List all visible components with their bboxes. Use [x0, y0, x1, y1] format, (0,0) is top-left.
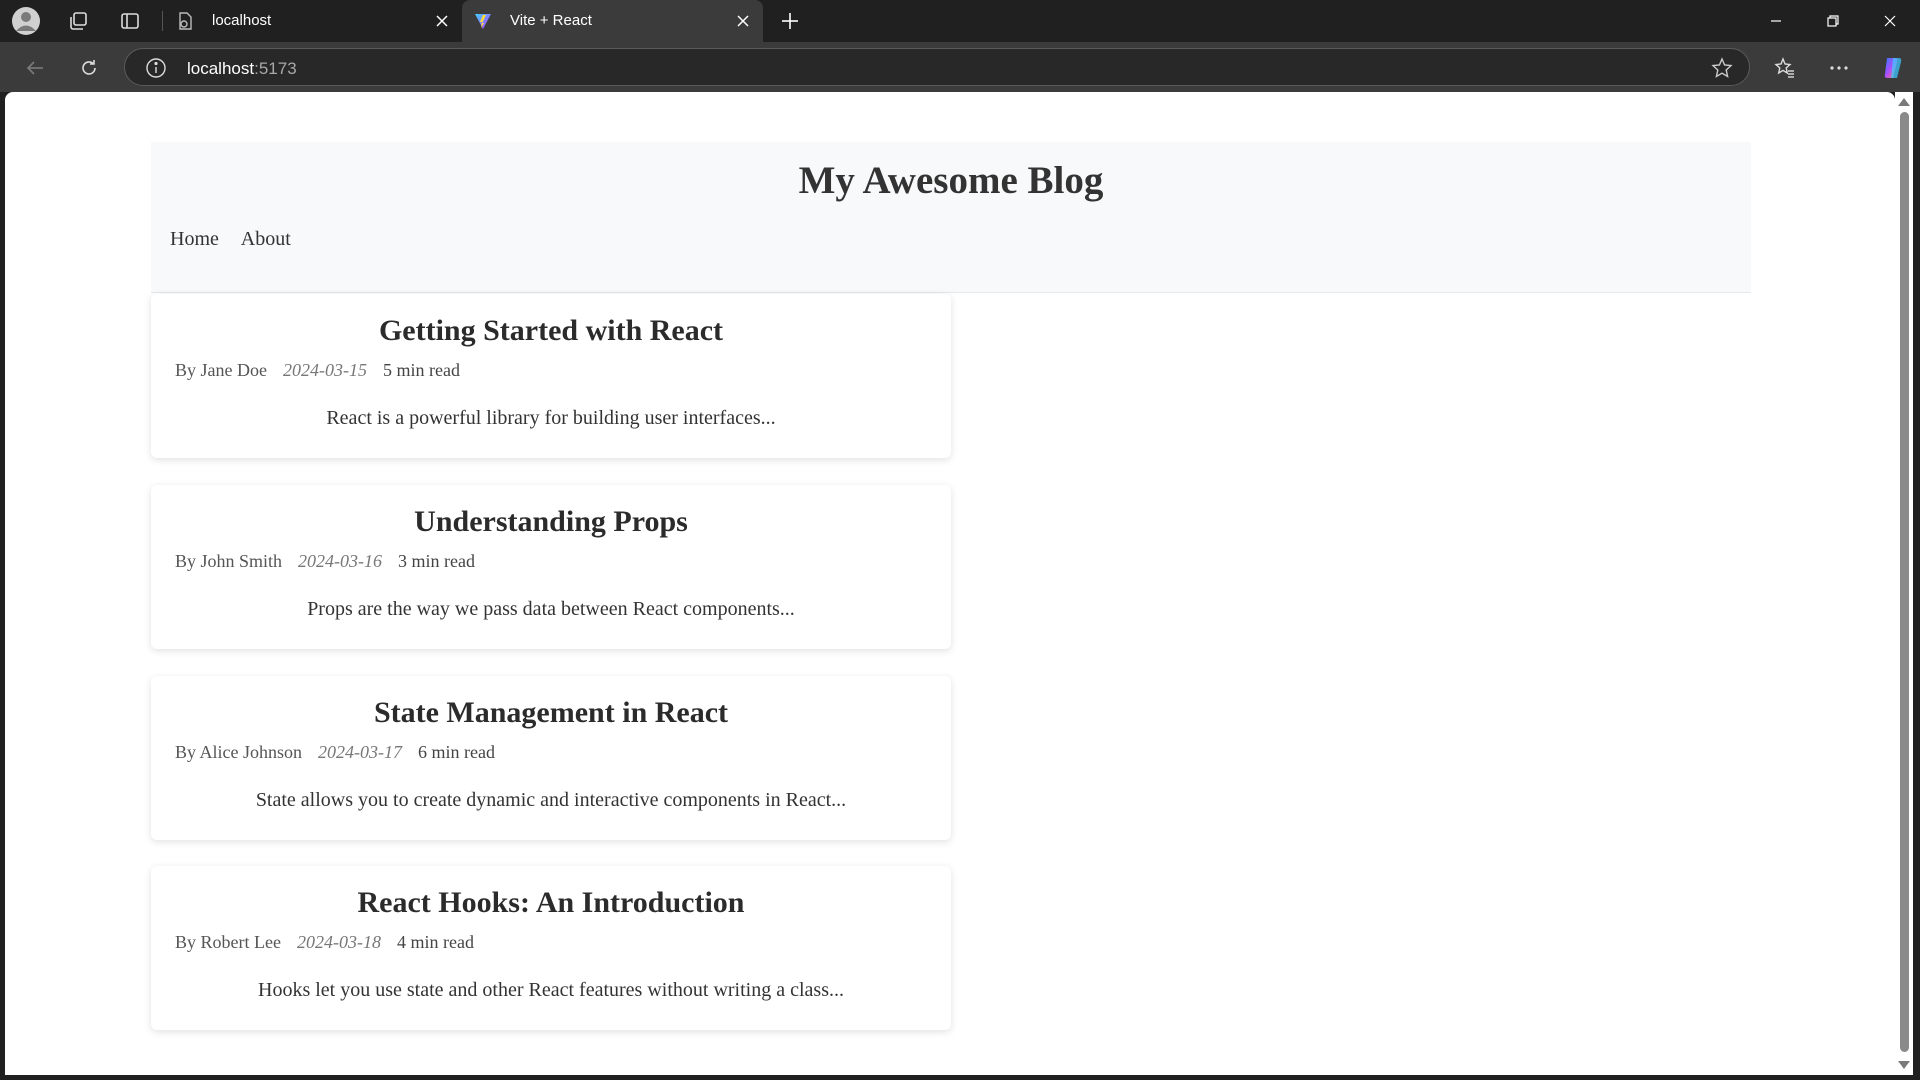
refresh-icon[interactable]	[72, 51, 106, 85]
post-card[interactable]: Understanding Props By John Smith 2024-03…	[151, 485, 951, 649]
tab-title: Vite + React	[510, 12, 592, 29]
post-meta: By Jane Doe 2024-03-15 5 min read	[175, 360, 460, 381]
post-read-time: 4 min read	[396, 932, 474, 952]
post-card[interactable]: React Hooks: An Introduction By Robert L…	[151, 866, 951, 1030]
post-title[interactable]: Understanding Props	[151, 505, 951, 539]
vertical-tabs-icon[interactable]	[114, 5, 146, 37]
post-excerpt: Props are the way we pass data between R…	[307, 598, 795, 620]
vertical-scrollbar[interactable]	[1895, 92, 1913, 1075]
page-viewport: My Awesome Blog Home About Getting Start…	[5, 92, 1895, 1075]
post-read-time: 3 min read	[398, 551, 476, 571]
post-date: 2024-03-15	[282, 360, 367, 380]
post-date: 2024-03-16	[298, 551, 383, 571]
more-options-icon[interactable]	[1822, 51, 1856, 85]
new-tab-icon[interactable]	[774, 5, 806, 37]
blog-nav: Home About	[170, 228, 309, 251]
site-info-icon[interactable]	[145, 57, 167, 79]
tab-title: localhost	[212, 12, 272, 29]
nav-link-home[interactable]: Home	[170, 228, 219, 250]
post-author: By John Smith	[175, 551, 283, 571]
back-arrow-icon[interactable]	[18, 51, 52, 85]
post-date: 2024-03-17	[318, 742, 403, 762]
post-meta: By Alice Johnson 2024-03-17 6 min read	[175, 742, 495, 763]
scroll-up-arrow-icon[interactable]	[1898, 98, 1910, 106]
post-card[interactable]: Getting Started with React By Jane Doe 20…	[151, 294, 951, 458]
post-read-time: 5 min read	[382, 360, 460, 380]
post-author: By Jane Doe	[175, 360, 267, 380]
page-icon	[176, 12, 194, 30]
post-author: By Alice Johnson	[175, 742, 303, 762]
address-bar[interactable]: localhost:5173	[124, 48, 1750, 86]
url-host: localhost	[187, 59, 255, 78]
favorites-icon[interactable]	[1768, 51, 1802, 85]
workspaces-icon[interactable]	[62, 5, 94, 37]
url-text[interactable]: localhost:5173	[187, 59, 297, 79]
profile-avatar-icon[interactable]	[10, 5, 42, 37]
vite-logo-icon	[474, 12, 492, 30]
post-excerpt: Hooks let you use state and other React …	[258, 979, 844, 1001]
post-author: By Robert Lee	[175, 932, 281, 952]
post-title[interactable]: Getting Started with React	[151, 314, 951, 348]
copilot-icon[interactable]	[1876, 51, 1910, 85]
restore-icon[interactable]	[1805, 0, 1861, 42]
post-meta: By Robert Lee 2024-03-18 4 min read	[175, 932, 474, 953]
scroll-thumb[interactable]	[1900, 112, 1909, 1052]
browser-toolbar: localhost:5173	[0, 42, 1920, 92]
nav-link-about[interactable]: About	[241, 228, 291, 250]
post-title[interactable]: State Management in React	[151, 696, 951, 730]
close-window-icon[interactable]	[1862, 0, 1918, 42]
blog-header: My Awesome Blog Home About	[151, 142, 1751, 293]
post-date: 2024-03-18	[296, 932, 381, 952]
blog-title: My Awesome Blog	[798, 159, 1104, 202]
post-meta: By John Smith 2024-03-16 3 min read	[175, 551, 475, 572]
close-icon[interactable]	[733, 11, 753, 31]
close-icon[interactable]	[432, 11, 452, 31]
tab-vite-react[interactable]: Vite + React	[462, 0, 763, 42]
tab-separator	[162, 11, 163, 31]
tab-localhost[interactable]: localhost	[164, 0, 462, 42]
post-title[interactable]: React Hooks: An Introduction	[151, 886, 951, 920]
favorite-star-icon[interactable]	[1711, 57, 1733, 79]
post-read-time: 6 min read	[418, 742, 495, 762]
post-card[interactable]: State Management in React By Alice Johns…	[151, 676, 951, 840]
url-port: :5173	[254, 59, 297, 78]
post-excerpt: State allows you to create dynamic and i…	[255, 789, 847, 811]
tab-bar: localhost Vite + React	[0, 0, 1920, 42]
post-excerpt: React is a powerful library for building…	[326, 407, 776, 429]
scroll-down-arrow-icon[interactable]	[1898, 1061, 1910, 1069]
minimize-icon[interactable]	[1748, 0, 1804, 42]
